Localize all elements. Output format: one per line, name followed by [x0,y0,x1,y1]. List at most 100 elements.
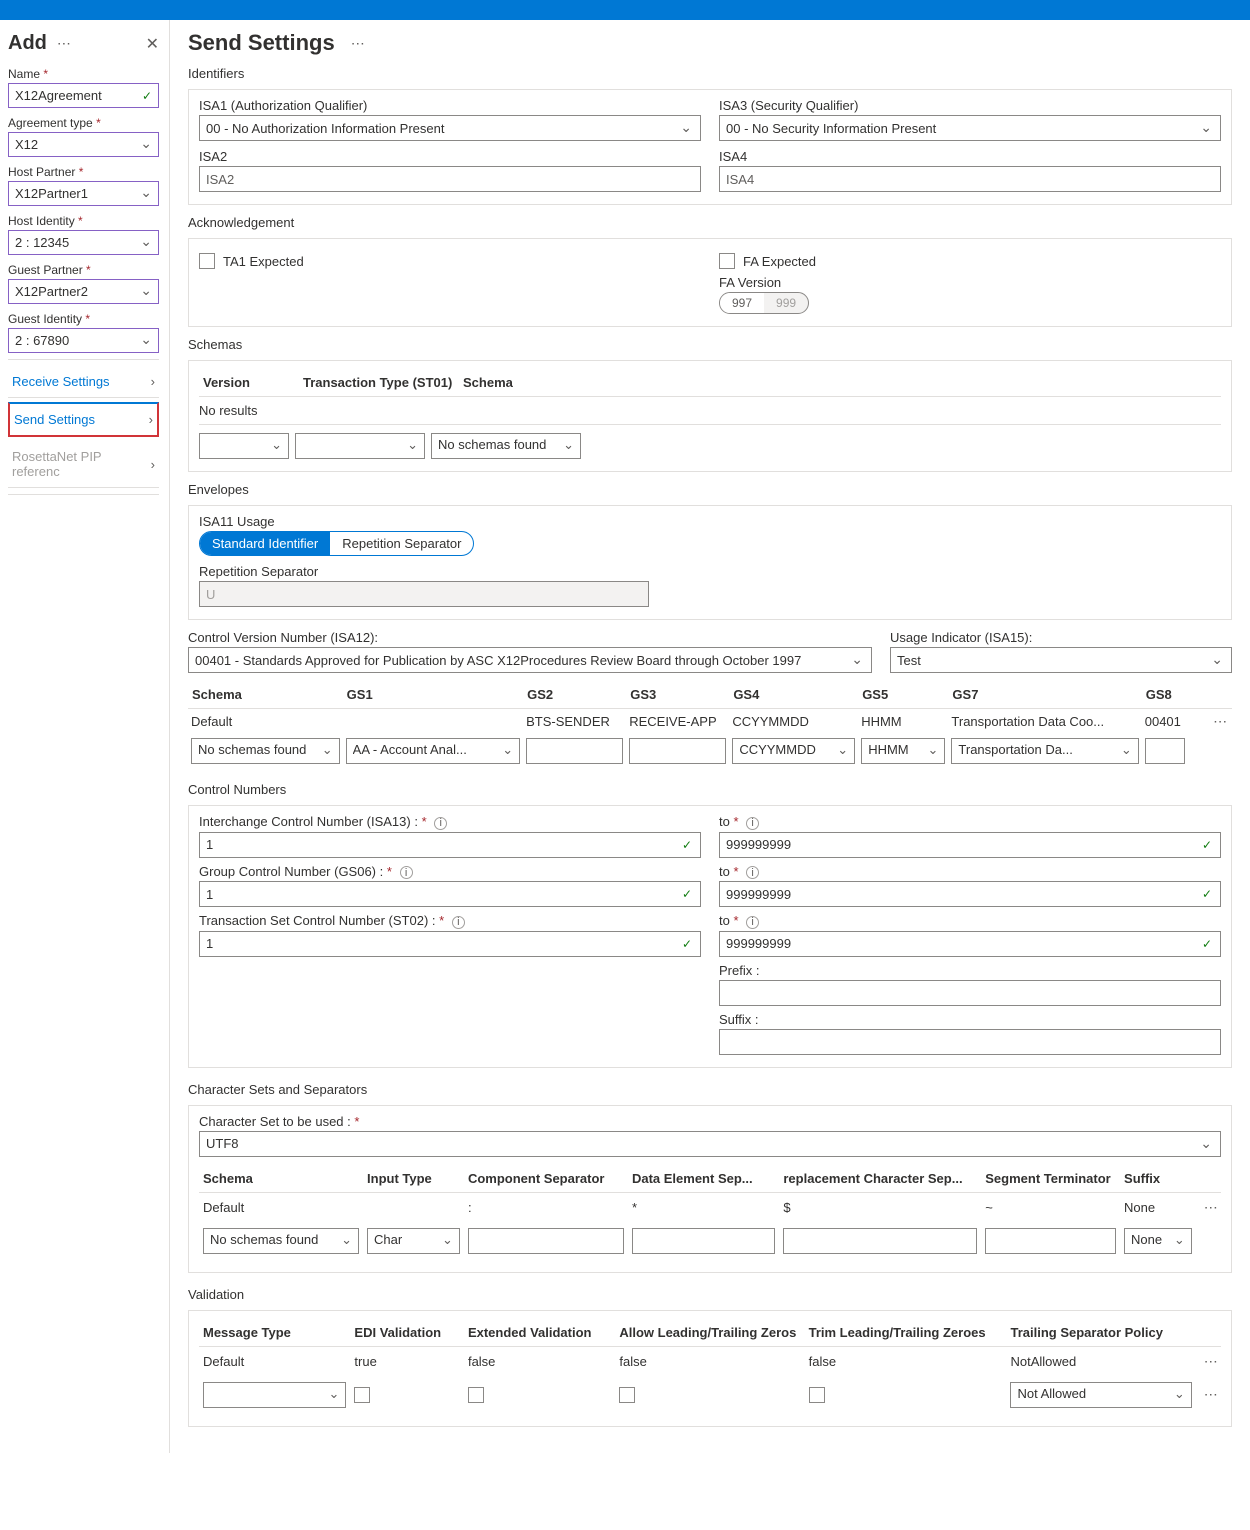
gs2-input[interactable] [526,738,623,764]
comp-sep-input[interactable] [468,1228,624,1254]
ta1-checkbox[interactable] [199,253,215,269]
row-more-icon[interactable]: ⋯ [1209,713,1232,729]
chevron-right-icon: › [151,457,155,472]
gs1-select[interactable]: AA - Account Anal... [346,738,520,764]
rosettanet-link[interactable]: RosettaNet PIP referenc› [8,441,159,488]
page-title: Send Settings [188,30,335,56]
tscn-from-input[interactable]: 1 [199,931,701,957]
send-settings-link[interactable]: Send Settings› [8,402,159,437]
ext-checkbox[interactable] [468,1387,484,1403]
prefix-input[interactable] [719,980,1221,1006]
col-gs2: GS2 [523,681,626,709]
edi-checkbox[interactable] [354,1387,370,1403]
control-box: Interchange Control Number (ISA13) : * i… [188,805,1232,1068]
gs8-input[interactable] [1145,738,1185,764]
gcn-to-input[interactable]: 999999999 [719,881,1221,907]
isa11-label: ISA11 Usage [199,514,1221,529]
sidebar-title: Add [8,32,47,55]
col-gs5: GS5 [858,681,948,709]
gs4-select[interactable]: CCYYMMDD [732,738,855,764]
isa2-label: ISA2 [199,149,701,164]
gcn-from-input[interactable]: 1 [199,881,701,907]
gs3-input[interactable] [629,738,726,764]
suffix-input[interactable] [719,1029,1221,1055]
gs-schema-select[interactable]: No schemas found [191,738,340,764]
isa4-input[interactable] [719,166,1221,192]
info-icon[interactable]: i [746,866,759,879]
col-gs7: GS7 [948,681,1141,709]
repetition-separator-pill[interactable]: Repetition Separator [330,532,473,555]
charset-section-title: Character Sets and Separators [188,1082,1232,1097]
receive-settings-link[interactable]: Receive Settings› [8,366,159,398]
col-schema: Schema [188,681,343,709]
tscn-to-label: to * i [719,913,1221,929]
close-icon[interactable]: ✕ [146,34,159,54]
row-more-icon[interactable]: ⋯ [1200,1199,1223,1215]
icn-from-input[interactable]: 1 [199,832,701,858]
fa-version-toggle[interactable]: 997999 [719,292,809,314]
gs5-select[interactable]: HHMM [861,738,945,764]
host-identity-label: Host Identity * [8,214,159,228]
trail-select[interactable]: Not Allowed [1010,1382,1191,1408]
repl-sep-input[interactable] [783,1228,977,1254]
table-edit-row: Not Allowed ⋯ [199,1376,1221,1414]
more-icon[interactable]: ⋯ [57,35,71,52]
ack-box: TA1 Expected FA Expected FA Version 9979… [188,238,1232,327]
isa3-select[interactable]: 00 - No Security Information Present [719,115,1221,141]
isa2-input[interactable] [199,166,701,192]
tscn-to-input[interactable]: 999999999 [719,931,1221,957]
cs-schema-select[interactable]: No schemas found [203,1228,359,1254]
data-sep-input[interactable] [632,1228,775,1254]
col-schema: Schema [459,369,1221,397]
gcn-label: Group Control Number (GS06) : * i [199,864,701,880]
msg-type-select[interactable] [203,1382,346,1408]
lead-checkbox[interactable] [619,1387,635,1403]
version-select[interactable] [199,433,289,459]
guest-partner-select[interactable]: X12Partner2 [8,279,159,304]
row-more-icon[interactable]: ⋯ [1200,1353,1223,1369]
input-type-select[interactable]: Char [367,1228,460,1254]
table-edit-row: No schemas found AA - Account Anal... CC… [188,734,1232,768]
agreement-type-label: Agreement type * [8,116,159,130]
standard-identifier-pill[interactable]: Standard Identifier [200,532,330,555]
guest-identity-label: Guest Identity * [8,312,159,326]
guest-identity-select[interactable]: 2 : 67890 [8,328,159,353]
prefix-label: Prefix : [719,963,1221,978]
transaction-type-select[interactable] [295,433,425,459]
gs7-select[interactable]: Transportation Da... [951,738,1138,764]
isa11-toggle[interactable]: Standard Identifier Repetition Separator [199,531,474,556]
rep-sep-input: U [199,581,649,607]
cvn-select[interactable]: 00401 - Standards Approved for Publicati… [188,647,872,673]
col-version: Version [199,369,299,397]
ta1-label: TA1 Expected [223,254,304,269]
usage-label: Usage Indicator (ISA15): [890,630,1232,645]
name-input[interactable]: X12Agreement [8,83,159,108]
trim-checkbox[interactable] [809,1387,825,1403]
host-partner-select[interactable]: X12Partner1 [8,181,159,206]
no-results: No results [199,397,1221,425]
info-icon[interactable]: i [452,916,465,929]
fa-checkbox[interactable] [719,253,735,269]
isa1-select[interactable]: 00 - No Authorization Information Presen… [199,115,701,141]
seg-term-input[interactable] [985,1228,1116,1254]
page-more-icon[interactable]: ⋯ [351,35,365,52]
schemas-section-title: Schemas [188,337,1232,352]
main-content: Send Settings ⋯ Identifiers ISA1 (Author… [170,20,1250,1453]
info-icon[interactable]: i [746,916,759,929]
schema-select[interactable]: No schemas found [431,433,581,459]
sidebar: Add ⋯ ✕ Name * X12Agreement Agreement ty… [0,20,170,1453]
agreement-type-select[interactable]: X12 [8,132,159,157]
info-icon[interactable]: i [400,866,413,879]
row-more-icon[interactable]: ⋯ [1200,1386,1223,1402]
cs-select[interactable]: UTF8 [199,1131,1221,1157]
top-bar [0,0,1250,20]
suffix-select[interactable]: None [1124,1228,1192,1254]
isa4-label: ISA4 [719,149,1221,164]
icn-to-input[interactable]: 999999999 [719,832,1221,858]
info-icon[interactable]: i [746,817,759,830]
usage-select[interactable]: Test [890,647,1232,673]
host-partner-label: Host Partner * [8,165,159,179]
host-identity-select[interactable]: 2 : 12345 [8,230,159,255]
validation-section-title: Validation [188,1287,1232,1302]
info-icon[interactable]: i [434,817,447,830]
